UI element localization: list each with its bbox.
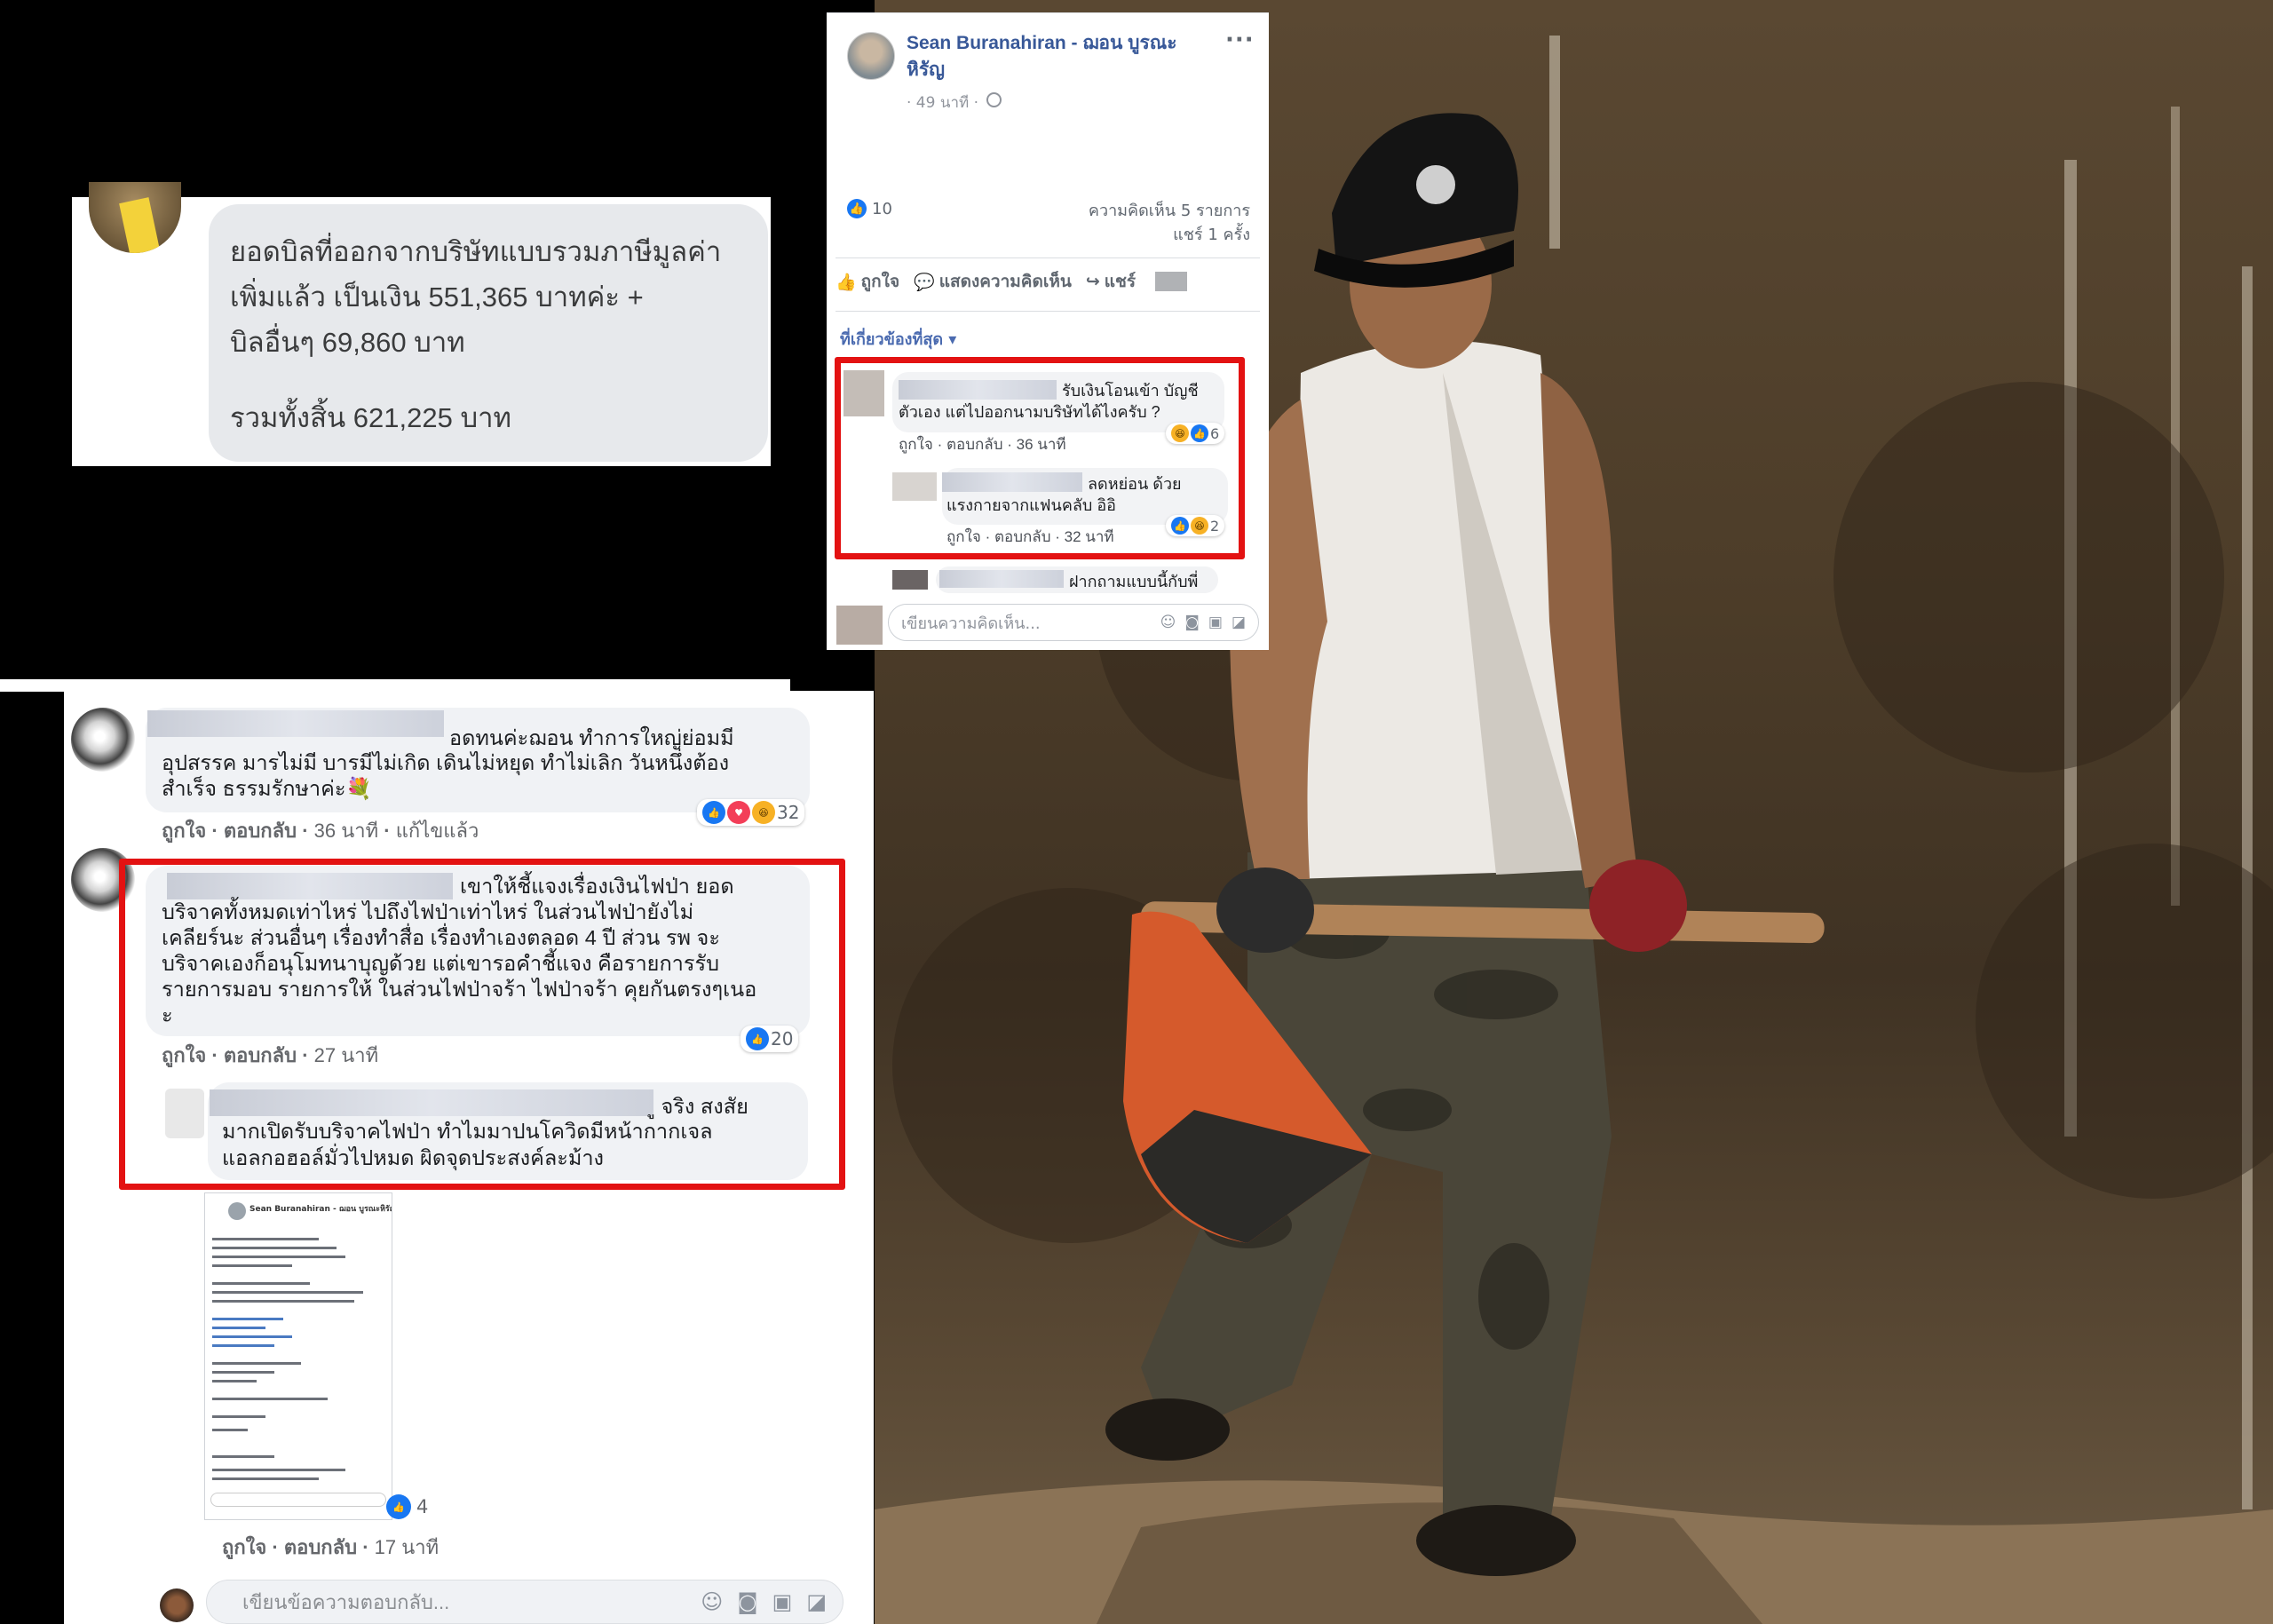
highlight-box (119, 859, 845, 1190)
mini-input (210, 1493, 386, 1507)
emoji-icon[interactable]: ☺ (1160, 614, 1176, 631)
comment-edited[interactable]: แก้ไขแล้ว (396, 820, 479, 842)
gif-icon[interactable]: ▣ (1208, 614, 1223, 631)
like-button-label: ถูกใจ (860, 272, 900, 291)
camera-icon[interactable]: ◙ (737, 1589, 757, 1614)
divider (836, 311, 1260, 312)
comment-text: อดทนค่ะฌอน ทำการใหญ่ย่อมมี (449, 726, 734, 749)
comment-meta: ถูกใจ · ตอบกลับ · 17 นาที (222, 1536, 440, 1558)
comment-reply-link[interactable]: ตอบกลับ (284, 1536, 357, 1558)
post-reactions[interactable]: 👍 10 (847, 199, 892, 218)
comment-input-placeholder: เขียนความคิดเห็น... (901, 614, 1041, 633)
sticker-icon[interactable]: ◪ (1232, 614, 1246, 631)
like-icon: 👍 (386, 1494, 411, 1519)
mini-author: Sean Buranahiran - ฌอน บูรณะหิรัญ (249, 1205, 392, 1214)
comment-meta: ถูกใจ · ตอบกลับ · 36 นาที · แก้ไขแล้ว (162, 820, 479, 842)
comment-like-link[interactable]: ถูกใจ (162, 820, 206, 842)
post-stats: ความคิดเห็น 5 รายการ แชร์ 1 ครั้ง (1012, 199, 1250, 247)
comment-text: สำเร็จ ธรรมรักษาค่ะ💐 (162, 777, 372, 800)
chat-line: ยอดบิลที่ออกจากบริษัทแบบรวมภาษีมูลค่า (230, 236, 722, 267)
comment-input[interactable]: เขียนความคิดเห็น... ☺ ◙ ▣ ◪ (888, 604, 1259, 641)
share-icon: ↪ (1085, 272, 1100, 291)
comment-avatar[interactable] (892, 570, 928, 590)
divider (836, 257, 1260, 258)
haha-icon: 😆 (752, 801, 775, 824)
more-options-icon[interactable]: ··· (1225, 27, 1255, 53)
shares-count[interactable]: แชร์ 1 ครั้ง (1012, 223, 1250, 247)
comment-reactions[interactable]: 👍 ♥ 😆 32 (697, 799, 805, 826)
like-button[interactable]: 👍 ถูกใจ (836, 268, 899, 295)
commenter-avatar[interactable] (71, 708, 135, 772)
comment-reply-link[interactable]: ตอบกลับ (224, 820, 297, 842)
card-top-strip (0, 679, 790, 692)
reaction-count: 4 (416, 1496, 429, 1517)
post-author-name[interactable]: Sean Buranahiran - ฌอน บูรณะหิรัญ (907, 30, 1208, 83)
attached-screenshot[interactable]: Sean Buranahiran - ฌอน บูรณะหิรัญ (204, 1192, 392, 1520)
love-icon: ♥ (727, 801, 750, 824)
comment-text: อุปสรรค มารไม่มี บารมีไม่เกิด เดินไม่หยุ… (162, 751, 730, 774)
blurred-commenter-name (147, 710, 444, 737)
post-timestamp[interactable]: · 49 นาที · (907, 91, 978, 115)
share-button[interactable]: ↪ แชร์ (1086, 268, 1136, 295)
comment-like-link[interactable]: ถูกใจ (222, 1536, 266, 1558)
current-user-avatar (160, 1588, 194, 1622)
post-author-avatar[interactable] (847, 32, 895, 80)
comment-time[interactable]: 17 นาที (375, 1536, 439, 1558)
post-action-bar: 👍 ถูกใจ 💬 แสดงความคิดเห็น ↪ แชร์ (836, 268, 1260, 295)
like-icon: 👍 (847, 199, 867, 218)
camera-icon[interactable]: ◙ (1184, 614, 1200, 631)
page-selector-avatar[interactable] (1155, 272, 1188, 291)
highlight-box (835, 357, 1245, 559)
comment-time[interactable]: 36 นาที (314, 820, 378, 842)
share-button-label: แชร์ (1104, 272, 1136, 291)
sticker-icon[interactable]: ◪ (806, 1589, 827, 1614)
sort-comments-dropdown[interactable]: ที่เกี่ยวข้องที่สุด ▾ (840, 326, 956, 352)
reply-input-placeholder: เขียนข้อความตอบกลับ... (242, 1590, 450, 1613)
chat-line: เพิ่มแล้ว เป็นเงิน 551,365 บาทค่ะ + (230, 281, 644, 313)
gif-icon[interactable]: ▣ (772, 1589, 793, 1614)
current-user-avatar (836, 606, 883, 645)
globe-icon (986, 92, 1002, 107)
reaction-count: 32 (777, 802, 800, 823)
reply-input[interactable]: เขียนข้อความตอบกลับ... ☺ ◙ ▣ ◪ (206, 1580, 843, 1624)
comment-reactions[interactable]: 👍 4 (386, 1494, 428, 1519)
chat-total: รวมทั้งสิ้น 621,225 บาท (230, 402, 511, 433)
chat-line: บิลอื่นๆ 69,860 บาท (230, 327, 465, 358)
comment-button-label: แสดงความคิดเห็น (939, 272, 1072, 291)
chat-bubble: ยอดบิลที่ออกจากบริษัทแบบรวมภาษีมูลค่า เพ… (209, 204, 768, 462)
comment-button[interactable]: 💬 แสดงความคิดเห็น (914, 268, 1072, 295)
comment-icon: 💬 (914, 272, 935, 292)
comment-text: ฝากถามแบบนี้กับพี่ (1069, 573, 1199, 590)
blurred-commenter-name (939, 570, 1064, 588)
like-count: 10 (872, 199, 892, 218)
comments-count[interactable]: ความคิดเห็น 5 รายการ (1012, 199, 1250, 223)
like-icon: 👍 (702, 801, 725, 824)
thumbs-up-icon: 👍 (836, 272, 857, 292)
emoji-icon[interactable]: ☺ (701, 1589, 723, 1614)
mini-avatar (228, 1202, 246, 1220)
